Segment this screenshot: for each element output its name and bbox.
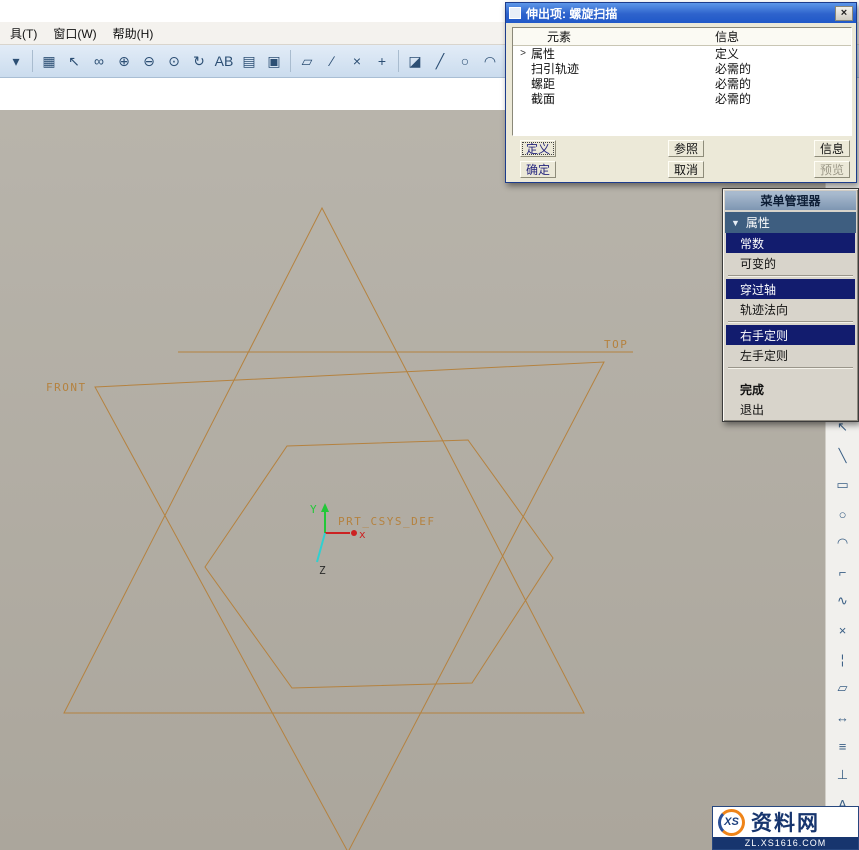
menu-item-variable[interactable]: 可变的 bbox=[726, 253, 855, 273]
element-row[interactable]: 截面必需的 bbox=[513, 91, 851, 106]
menu-manager: 菜单管理器 ▼ 属性 常数可变的穿过轴轨迹法向右手定则左手定则完成退出 bbox=[722, 188, 859, 422]
watermark-brand: 资料网 bbox=[751, 807, 820, 837]
watermark-url: ZL.XS1616.COM bbox=[713, 837, 858, 849]
menu-item-norm-to-traj[interactable]: 轨迹法向 bbox=[726, 299, 855, 319]
menu-divider bbox=[728, 367, 853, 369]
dialog-titlebar[interactable]: 伸出项: 螺旋扫描 × bbox=[506, 3, 856, 23]
constraint-icon[interactable]: ⊥ bbox=[830, 763, 856, 787]
element-row[interactable]: >属性定义 bbox=[513, 46, 851, 61]
menu-gap bbox=[725, 371, 856, 379]
z-axis bbox=[317, 533, 325, 562]
layers-icon[interactable]: ▤ bbox=[237, 49, 261, 73]
z-axis-label: Z bbox=[319, 564, 327, 577]
dialog-icon bbox=[509, 7, 521, 19]
element-info: 必需的 bbox=[703, 90, 851, 107]
column-element: 元素 bbox=[513, 28, 703, 45]
element-table: 元素 信息 >属性定义扫引轨迹必需的螺距必需的截面必需的 bbox=[512, 27, 852, 136]
rectangle-icon[interactable]: ▭ bbox=[830, 473, 856, 497]
menu-item-left-handed[interactable]: 左手定则 bbox=[726, 345, 855, 365]
menu-manager-items: 常数可变的穿过轴轨迹法向右手定则左手定则完成退出 bbox=[725, 233, 856, 419]
model-geometry: TOP FRONT Y x Z PRT_CSYS_DEF bbox=[0, 110, 825, 850]
offset-icon[interactable]: ▱ bbox=[830, 676, 856, 700]
view-glasses-icon[interactable]: ∞ bbox=[87, 49, 111, 73]
menubar-item-help[interactable]: 帮助(H) bbox=[105, 22, 162, 45]
element-table-header: 元素 信息 bbox=[513, 28, 851, 46]
preview-button[interactable]: 预览 bbox=[814, 161, 850, 178]
line-tool-icon[interactable]: ╱ bbox=[428, 49, 452, 73]
toolbar-dropdown-icon[interactable]: ▾ bbox=[4, 49, 28, 73]
y-axis-arrowhead bbox=[321, 503, 329, 512]
menu-item-thru-axis[interactable]: 穿过轴 bbox=[726, 279, 855, 299]
references-button[interactable]: 参照 bbox=[668, 140, 704, 157]
menu-section-attributes[interactable]: ▼ 属性 bbox=[725, 212, 856, 233]
star-triangle-up bbox=[64, 208, 584, 713]
datum-axis-toggle-icon[interactable]: ∕ bbox=[320, 49, 344, 73]
menu-divider bbox=[728, 275, 853, 277]
star-triangle-down bbox=[95, 362, 604, 850]
column-info: 信息 bbox=[703, 28, 851, 45]
sketch-orient-icon[interactable]: ◪ bbox=[403, 49, 427, 73]
element-row[interactable]: 扫引轨迹必需的 bbox=[513, 61, 851, 76]
helical-sweep-dialog: 伸出项: 螺旋扫描 × 元素 信息 >属性定义扫引轨迹必需的螺距必需的截面必需的… bbox=[505, 2, 857, 183]
circle-icon[interactable]: ○ bbox=[830, 502, 856, 526]
watermark: XS 资料网 ZL.XS1616.COM bbox=[712, 806, 859, 850]
element-row[interactable]: 螺距必需的 bbox=[513, 76, 851, 91]
menubar-item-tools[interactable]: 具(T) bbox=[2, 22, 45, 45]
zoom-refit-icon[interactable]: ⊙ bbox=[162, 49, 186, 73]
datum-point-toggle-icon[interactable]: × bbox=[345, 49, 369, 73]
menu-item-quit[interactable]: 退出 bbox=[726, 399, 855, 419]
element-name: 截面 bbox=[529, 90, 703, 107]
datum-plane-toggle-icon[interactable]: ▱ bbox=[295, 49, 319, 73]
y-axis-label: Y bbox=[310, 503, 318, 516]
front-datum-label: FRONT bbox=[46, 381, 87, 394]
x-axis-dot bbox=[351, 530, 357, 536]
ok-button[interactable]: 确定 bbox=[520, 161, 556, 178]
info-button[interactable]: 信息 bbox=[814, 140, 850, 157]
watermark-top: XS 资料网 bbox=[713, 807, 858, 837]
menu-item-constant[interactable]: 常数 bbox=[726, 233, 855, 253]
menu-item-right-handed[interactable]: 右手定则 bbox=[726, 325, 855, 345]
dimension-icon[interactable]: ↔ bbox=[830, 705, 856, 729]
dialog-title: 伸出项: 螺旋扫描 bbox=[526, 5, 617, 22]
circle-tool-icon[interactable]: ○ bbox=[453, 49, 477, 73]
fillet-icon[interactable]: ⌐ bbox=[830, 560, 856, 584]
menu-manager-title[interactable]: 菜单管理器 bbox=[725, 191, 856, 210]
toolbar-separator bbox=[290, 50, 291, 72]
zoom-out-icon[interactable]: ⊖ bbox=[137, 49, 161, 73]
define-button[interactable]: 定义 bbox=[520, 140, 556, 157]
arc-tool-icon[interactable]: ◠ bbox=[478, 49, 502, 73]
chevron-down-icon: ▼ bbox=[731, 218, 740, 228]
close-icon[interactable]: × bbox=[835, 6, 853, 21]
hexagon-section bbox=[205, 440, 553, 688]
csys-label: PRT_CSYS_DEF bbox=[338, 515, 435, 528]
menu-item-done[interactable]: 完成 bbox=[726, 379, 855, 399]
toolbar-separator bbox=[398, 50, 399, 72]
x-axis-label: x bbox=[359, 528, 367, 541]
top-datum-label: TOP bbox=[604, 338, 628, 351]
menu-section-label: 属性 bbox=[746, 214, 770, 231]
current-element-marker: > bbox=[517, 48, 529, 59]
point-icon[interactable]: × bbox=[830, 618, 856, 642]
menubar-item-window[interactable]: 窗口(W) bbox=[45, 22, 104, 45]
menu-divider bbox=[728, 321, 853, 323]
centerline-icon[interactable]: ¦ bbox=[830, 647, 856, 671]
watermark-logo-icon: XS bbox=[718, 809, 745, 836]
toolbar-separator bbox=[32, 50, 33, 72]
application-window: 具(T)窗口(W)帮助(H) ▾▦↖∞⊕⊖⊙↻AB▤▣▱∕×+◪╱○◠ TOP … bbox=[0, 0, 859, 850]
spline-icon[interactable]: ∿ bbox=[830, 589, 856, 613]
reorient-view-icon[interactable]: ↻ bbox=[187, 49, 211, 73]
sketch-display-icon[interactable]: ▦ bbox=[37, 49, 61, 73]
annotation-icon[interactable]: AB bbox=[212, 49, 236, 73]
cancel-button[interactable]: 取消 bbox=[668, 161, 704, 178]
modify-icon[interactable]: ≡ bbox=[830, 734, 856, 758]
graphics-area[interactable]: TOP FRONT Y x Z PRT_CSYS_DEF bbox=[0, 110, 825, 850]
view-manager-icon[interactable]: ▣ bbox=[262, 49, 286, 73]
element-table-body: >属性定义扫引轨迹必需的螺距必需的截面必需的 bbox=[513, 46, 851, 106]
zoom-in-icon[interactable]: ⊕ bbox=[112, 49, 136, 73]
select-items-icon[interactable]: ↖ bbox=[62, 49, 86, 73]
line-icon[interactable]: ╲ bbox=[830, 444, 856, 468]
arc-icon[interactable]: ◠ bbox=[830, 531, 856, 555]
csys-toggle-icon[interactable]: + bbox=[370, 49, 394, 73]
